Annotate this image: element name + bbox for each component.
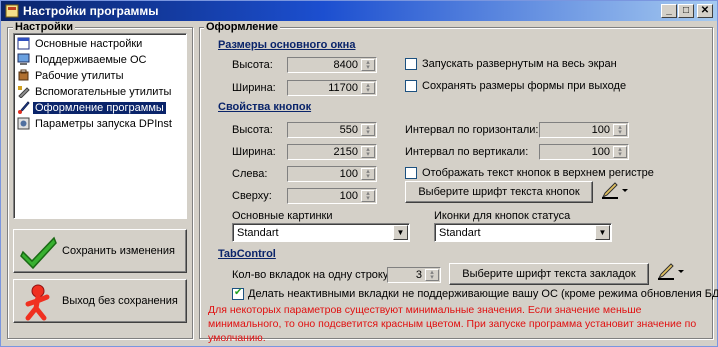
pen-color-icon[interactable] (601, 182, 629, 200)
main-images-select[interactable]: Standart ▼ (232, 223, 410, 242)
pen-color-icon[interactable] (657, 263, 685, 281)
computer-icon (17, 53, 30, 65)
window-title: Настройки программы (23, 4, 159, 18)
min-values-warning: Для некоторых параметров существуют мини… (208, 304, 697, 344)
btn-top-label: Сверху: (232, 190, 272, 202)
save-size-label: Сохранять размеры формы при выходе (422, 80, 627, 92)
running-man-icon (25, 284, 50, 321)
v-interval-label: Интервал по вертикали: (405, 146, 529, 158)
tree-item-appearance[interactable]: Оформление программы (17, 101, 167, 116)
tools-icon (18, 69, 29, 81)
app-icon (5, 4, 19, 18)
tree-item-main-settings[interactable]: Основные настройки (17, 37, 144, 52)
settings-window: Настройки программы _ □ ✕ Настройки Осно… (0, 0, 718, 347)
inactive-tabs-label: Делать неактивными вкладки не поддержива… (248, 288, 718, 300)
uppercase-checkbox[interactable] (405, 167, 417, 179)
tabs-per-row-spinner[interactable]: 3 ▴ ▾ (387, 267, 441, 283)
exit-without-saving-button[interactable]: Выход без сохранения (13, 279, 187, 323)
tree-item-dpinst-params[interactable]: Параметры запуска DPInst (17, 117, 174, 132)
spin-arrows-icon[interactable]: ▴ ▾ (425, 269, 439, 281)
sidebar-title: Настройки (13, 21, 76, 33)
btn-height-label: Высота: (232, 124, 273, 136)
maximize-checkbox[interactable] (405, 58, 417, 70)
settings-tree[interactable]: Основные настройки Поддерживаемые ОС Раб… (13, 33, 187, 219)
btn-left-spinner[interactable]: 100 ▴ ▾ (287, 166, 377, 182)
tree-item-supported-os[interactable]: Поддерживаемые ОС (17, 53, 148, 68)
buttons-props-heading: Свойства кнопок (218, 101, 312, 113)
button-font-button[interactable]: Выберите шрифт текста кнопок (405, 181, 593, 203)
title-bar[interactable]: Настройки программы _ □ ✕ (1, 1, 717, 21)
btn-width-spinner[interactable]: 2150 ▴ ▾ (287, 144, 377, 160)
settings-window-icon (17, 37, 30, 50)
spin-arrows-icon[interactable]: ▴ ▾ (613, 146, 627, 158)
window-height-label: Высота: (232, 59, 273, 71)
save-size-checkbox[interactable] (405, 80, 417, 92)
spin-arrows-icon[interactable]: ▴ ▾ (613, 124, 627, 136)
tabcontrol-heading: TabControl (218, 248, 276, 260)
tab-font-button[interactable]: Выберите шрифт текста закладок (449, 263, 649, 285)
v-interval-spinner[interactable]: 100 ▴ ▾ (539, 144, 629, 160)
btn-height-spinner[interactable]: 550 ▴ ▾ (287, 122, 377, 138)
status-icons-label: Иконки для кнопок статуса (434, 210, 571, 222)
spin-arrows-icon[interactable]: ▴ ▾ (361, 82, 375, 94)
wrench-icon (18, 86, 30, 98)
spin-arrows-icon[interactable]: ▴ ▾ (361, 124, 375, 136)
save-changes-button[interactable]: Сохранить изменения (13, 229, 187, 273)
chevron-down-icon[interactable]: ▼ (393, 225, 408, 240)
h-interval-spinner[interactable]: 100 ▴ ▾ (539, 122, 629, 138)
tree-item-aux-utilities[interactable]: Вспомогательные утилиты (17, 85, 173, 100)
spin-arrows-icon[interactable]: ▴ ▾ (361, 168, 375, 180)
gear-grid-icon (17, 117, 30, 130)
tree-item-work-utilities[interactable]: Рабочие утилиты (17, 69, 126, 84)
h-interval-label: Интервал по горизонтали: (405, 124, 539, 136)
close-button[interactable]: ✕ (697, 4, 713, 18)
btn-top-spinner[interactable]: 100 ▴ ▾ (287, 188, 377, 204)
uppercase-label: Отображать текст кнопок в верхнем регист… (422, 167, 654, 179)
inactive-tabs-checkbox[interactable] (232, 287, 244, 300)
brush-icon (18, 101, 30, 114)
status-icons-select[interactable]: Standart ▼ (434, 223, 612, 242)
window-height-spinner[interactable]: 8400 ▴ ▾ (287, 57, 377, 73)
spin-arrows-icon[interactable]: ▴ ▾ (361, 190, 375, 202)
main-images-label: Основные картинки (232, 210, 333, 222)
window-size-heading: Размеры основного окна (218, 39, 356, 51)
maximize-button[interactable]: □ (678, 4, 694, 18)
chevron-down-icon[interactable]: ▼ (595, 225, 610, 240)
appearance-title: Оформление (204, 21, 280, 33)
tabs-per-row-label: Кол-во вкладок на одну строку: (232, 269, 392, 281)
btn-width-label: Ширина: (232, 146, 276, 158)
btn-left-label: Слева: (232, 168, 268, 180)
spin-arrows-icon[interactable]: ▴ ▾ (361, 59, 375, 71)
minimize-button[interactable]: _ (661, 4, 677, 18)
check-mark-icon (20, 236, 57, 270)
window-width-spinner[interactable]: 11700 ▴ ▾ (287, 80, 377, 96)
spin-arrows-icon[interactable]: ▴ ▾ (361, 146, 375, 158)
maximize-label: Запускать развернутым на весь экран (422, 58, 617, 70)
window-width-label: Ширина: (232, 82, 276, 94)
